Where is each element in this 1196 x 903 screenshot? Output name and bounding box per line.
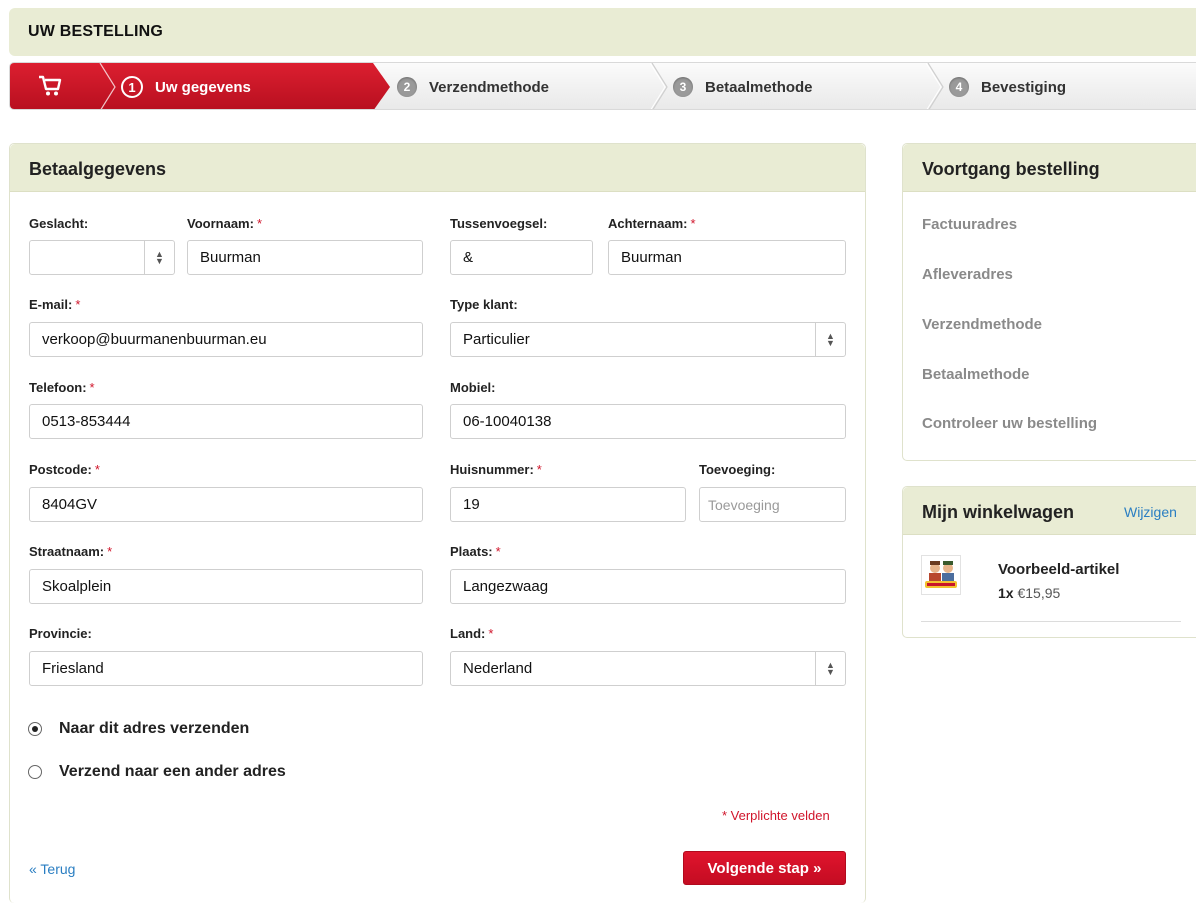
customer-type-select[interactable]: Particulier ▲ ▼ xyxy=(450,322,846,357)
housenumber-field[interactable]: 19 xyxy=(450,487,686,522)
step-number: 4 xyxy=(949,77,969,97)
step-number: 3 xyxy=(673,77,693,97)
progress-item-betaalmethode: Betaalmethode xyxy=(922,366,1030,383)
progress-item-controle: Controleer uw bestelling xyxy=(922,415,1098,432)
email-field[interactable]: verkoop@buurmanenbuurman.eu xyxy=(29,322,423,357)
checkout-steps: 1 Uw gegevens 2 Verzendmethode 3 Betaalm… xyxy=(9,62,1196,110)
shopping-cart-title: Mijn winkelwagen xyxy=(922,502,1075,522)
order-progress-panel: Voortgang bestelling Factuuradres Afleve… xyxy=(902,143,1196,461)
order-progress-title: Voortgang bestelling xyxy=(922,159,1100,179)
next-step-button[interactable]: Volgende stap » xyxy=(683,851,846,885)
select-arrows-icon: ▲ ▼ xyxy=(815,323,845,356)
email-label: E-mail: * xyxy=(29,297,81,312)
country-select[interactable]: Nederland ▲ ▼ xyxy=(450,651,846,686)
required-fields-note: * Verplichte velden xyxy=(722,808,830,823)
step-betaalmethode[interactable]: 3 Betaalmethode xyxy=(673,63,813,109)
ship-to-other-address-option[interactable]: Verzend naar een ander adres xyxy=(28,763,286,781)
infix-label: Tussenvoegsel: xyxy=(450,216,548,231)
step-separator xyxy=(98,63,118,109)
province-field[interactable]: Friesland xyxy=(29,651,423,686)
page-title: UW BESTELLING xyxy=(28,23,164,40)
gender-label: Geslacht: xyxy=(29,216,89,231)
gender-select[interactable]: ▲ ▼ xyxy=(29,240,175,275)
city-label: Plaats: * xyxy=(450,544,501,559)
select-arrows-icon: ▲ ▼ xyxy=(144,241,174,274)
page-header: UW BESTELLING xyxy=(9,8,1196,56)
step-label: Uw gegevens xyxy=(155,78,251,96)
radio-checked-icon[interactable] xyxy=(28,722,42,736)
infix-field[interactable]: & xyxy=(450,240,593,275)
progress-item-factuuradres: Factuuradres xyxy=(922,216,1018,233)
postcode-label: Postcode: * xyxy=(29,462,100,477)
select-arrows-icon: ▲ ▼ xyxy=(815,652,845,685)
postcode-field[interactable]: 8404GV xyxy=(29,487,423,522)
step-label: Bevestiging xyxy=(981,78,1067,96)
cart-edit-link[interactable]: Wijzigen xyxy=(1124,504,1177,520)
country-label: Land: * xyxy=(450,626,494,641)
step-verzendmethode[interactable]: 2 Verzendmethode xyxy=(397,63,550,109)
progress-item-verzendmethode: Verzendmethode xyxy=(922,316,1043,333)
product-price: €15,95 xyxy=(1017,585,1061,601)
step-label: Verzendmethode xyxy=(429,78,550,96)
product-name[interactable]: Voorbeeld-artikel xyxy=(998,561,1119,578)
step-separator xyxy=(926,63,946,109)
firstname-field[interactable]: Buurman xyxy=(187,240,423,275)
addition-field[interactable]: Toevoeging xyxy=(699,487,846,522)
phone-field[interactable]: 0513-853444 xyxy=(29,404,423,439)
product-image-icon xyxy=(925,561,957,588)
street-field[interactable]: Skoalplein xyxy=(29,569,423,604)
product-thumbnail[interactable] xyxy=(921,555,961,595)
billing-panel-header: Betaalgegevens xyxy=(10,144,865,192)
progress-item-afleveradres: Afleveradres xyxy=(922,266,1013,283)
ship-to-this-address-option[interactable]: Naar dit adres verzenden xyxy=(28,720,249,738)
radio-unchecked-icon[interactable] xyxy=(28,765,42,779)
province-label: Provincie: xyxy=(29,626,92,641)
step-bevestiging[interactable]: 4 Bevestiging xyxy=(949,63,1067,109)
order-progress-header: Voortgang bestelling xyxy=(903,144,1196,192)
product-qty-price: 1x €15,95 xyxy=(998,585,1060,601)
cart-divider xyxy=(921,621,1181,622)
shopping-cart-header: Mijn winkelwagen Wijzigen xyxy=(903,487,1196,535)
step-number: 1 xyxy=(121,76,143,98)
step-number: 2 xyxy=(397,77,417,97)
lastname-field[interactable]: Buurman xyxy=(608,240,846,275)
ship-option-label: Verzend naar een ander adres xyxy=(59,763,286,780)
billing-panel-title: Betaalgegevens xyxy=(29,159,167,179)
phone-label: Telefoon: * xyxy=(29,380,95,395)
firstname-label: Voornaam: * xyxy=(187,216,262,231)
step-label: Betaalmethode xyxy=(705,78,813,96)
city-field[interactable]: Langezwaag xyxy=(450,569,846,604)
customer-type-label: Type klant: xyxy=(450,297,518,312)
product-qty: 1x xyxy=(998,585,1014,601)
back-link[interactable]: « Terug xyxy=(29,861,75,877)
addition-label: Toevoeging: xyxy=(699,462,776,477)
step-separator xyxy=(650,63,670,109)
shopping-cart-icon xyxy=(39,75,62,96)
lastname-label: Achternaam: * xyxy=(608,216,696,231)
ship-option-label: Naar dit adres verzenden xyxy=(59,720,250,737)
housenumber-label: Huisnummer: * xyxy=(450,462,542,477)
mobile-label: Mobiel: xyxy=(450,380,496,395)
step-uw-gegevens[interactable]: 1 Uw gegevens xyxy=(121,63,251,109)
shopping-cart-panel: Mijn winkelwagen Wijzigen Voorbeeld-arti… xyxy=(902,486,1196,638)
street-label: Straatnaam: * xyxy=(29,544,113,559)
mobile-field[interactable]: 06-10040138 xyxy=(450,404,846,439)
